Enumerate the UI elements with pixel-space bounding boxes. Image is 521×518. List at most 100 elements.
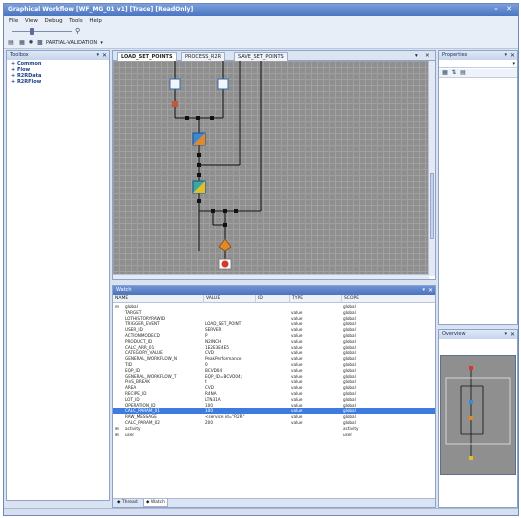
- properties-header: Properties ▾ ✕: [439, 51, 517, 60]
- activity-node[interactable]: [169, 78, 181, 90]
- designer-horizontal-scrollbar[interactable]: [113, 274, 429, 279]
- overview-title: Overview: [442, 331, 466, 337]
- pin-icon[interactable]: ▾: [422, 286, 425, 295]
- overview-panel: Overview ▾ ✕: [438, 329, 518, 508]
- menu-view[interactable]: View: [25, 16, 38, 26]
- title-bar: Graphical Workflow [WF_MG_01 v1] [Trace]…: [4, 4, 518, 16]
- overview-canvas[interactable]: [440, 355, 516, 475]
- grid-icon[interactable]: ▩: [36, 39, 44, 47]
- pin-icon[interactable]: ▾: [96, 51, 99, 60]
- zoom-slider-track[interactable]: [12, 31, 72, 32]
- tab-watch[interactable]: ◆ Watch: [143, 499, 168, 507]
- watch-column-headers: NAME VALUE ID TYPE SCOPE: [113, 295, 435, 303]
- junction-node: [197, 153, 201, 157]
- overview-diagram: [445, 366, 511, 460]
- watch-header: Watch ▾ ✕: [113, 286, 435, 295]
- zoom-icon[interactable]: ⚲: [75, 27, 80, 35]
- column-header-value[interactable]: VALUE: [203, 295, 255, 303]
- overview-node: [469, 456, 473, 460]
- chevron-down-icon: ▾: [512, 61, 515, 67]
- column-header-scope[interactable]: SCOPE: [341, 295, 383, 303]
- junction-node: [223, 209, 227, 213]
- junction-node: [234, 209, 238, 213]
- tab-thread[interactable]: ◆ Thread: [115, 499, 140, 507]
- menu-bar: File View Debug Tools Help: [4, 16, 518, 26]
- app-window: Graphical Workflow [WF_MG_01 v1] [Trace]…: [3, 3, 519, 516]
- tree-icon[interactable]: ▦: [18, 39, 26, 47]
- main-toolbar: ▤ ▦ ✹ ▩ PARTIAL-VALIDATION ▾: [4, 37, 518, 49]
- menu-debug[interactable]: Debug: [44, 16, 62, 26]
- junction-node: [211, 209, 215, 213]
- pin-icon[interactable]: ▾: [504, 330, 507, 339]
- properties-close-button[interactable]: ✕: [510, 51, 515, 60]
- validation-mode-select[interactable]: PARTIAL-VALIDATION ▾: [46, 39, 103, 47]
- workflow-diagram: [169, 61, 262, 270]
- table-row[interactable]: ⊞ user user: [113, 432, 435, 438]
- save-node[interactable]: [218, 238, 232, 252]
- window-title: Graphical Workflow [WF_MG_01 v1] [Trace]…: [8, 6, 194, 13]
- column-header-name[interactable]: NAME: [113, 295, 203, 303]
- column-header-id[interactable]: ID: [255, 295, 289, 303]
- designer-tabstrip: LOAD_SET_POINTS PROCESS_R2R SAVE_SET_POI…: [113, 51, 435, 61]
- settings-icon[interactable]: ✹: [27, 39, 35, 47]
- alphabetical-icon[interactable]: ⇅: [450, 69, 458, 77]
- watch-bottom-tabs: ◆ Thread ◆ Watch: [113, 498, 435, 507]
- tab-close-button[interactable]: ✕: [425, 51, 430, 61]
- junction-node: [185, 116, 189, 120]
- toolbox-close-button[interactable]: ✕: [102, 51, 107, 60]
- activity-node-small[interactable]: [172, 101, 178, 107]
- chevron-down-icon: ▾: [98, 40, 103, 46]
- properties-object-select[interactable]: ▾: [439, 60, 517, 68]
- stop-icon: [221, 260, 229, 268]
- workflow-canvas[interactable]: [113, 61, 429, 276]
- overview-node: [469, 366, 473, 370]
- toolbox-item-r2rflow[interactable]: + R2RFlow: [11, 79, 41, 85]
- toolbox-header: Toolbox ▾ ✕: [7, 51, 109, 60]
- menu-file[interactable]: File: [9, 16, 18, 26]
- activity-node[interactable]: [217, 78, 229, 90]
- watch-rows: ⊟ global global TARGET value global LOTHISTORY…: [113, 304, 435, 494]
- tab-label: Watch: [150, 500, 165, 505]
- close-button[interactable]: ✕: [504, 5, 514, 14]
- toolbox-item-label: R2RFlow: [16, 79, 42, 85]
- toolbox-title: Toolbox: [10, 52, 29, 58]
- categorized-icon[interactable]: ▦: [441, 69, 449, 77]
- cell-name: user: [125, 431, 135, 437]
- row-expander[interactable]: ⊞: [115, 432, 123, 438]
- designer-vertical-scrollbar[interactable]: [428, 61, 435, 276]
- overview-node: [469, 416, 473, 420]
- tab-process-r2r[interactable]: PROCESS_R2R: [181, 52, 226, 61]
- tab-save-set-points[interactable]: SAVE_SET_POINTS: [234, 52, 288, 61]
- properties-toolbar: ▦ ⇅ ▤: [439, 69, 517, 78]
- overview-header: Overview ▾ ✕: [439, 330, 517, 339]
- junction-node: [197, 199, 201, 203]
- watch-close-button[interactable]: ✕: [428, 286, 433, 295]
- junction-node: [210, 116, 214, 120]
- zoom-slider-thumb[interactable]: [30, 28, 34, 35]
- designer-scroll-thumb[interactable]: [430, 173, 434, 239]
- overview-node: [469, 400, 473, 404]
- junction-node: [197, 163, 201, 167]
- save-icon[interactable]: ▤: [7, 39, 15, 47]
- toolbox-panel: Toolbox ▾ ✕ + Common + Flow + R2RData + …: [6, 50, 110, 501]
- menu-help[interactable]: Help: [89, 16, 102, 26]
- overview-close-button[interactable]: ✕: [510, 330, 515, 339]
- junction-node: [197, 173, 201, 177]
- menu-tools[interactable]: Tools: [69, 16, 83, 26]
- property-pages-icon[interactable]: ▤: [459, 69, 467, 77]
- properties-panel: Properties ▾ ✕ ▾ ▦ ⇅ ▤: [438, 50, 518, 325]
- zoom-toolbar: ⚲: [4, 26, 518, 37]
- minimize-button[interactable]: –: [491, 5, 501, 14]
- workflow-designer: LOAD_SET_POINTS PROCESS_R2R SAVE_SET_POI…: [112, 50, 436, 280]
- watch-title: Watch: [116, 287, 132, 293]
- validation-mode-label: PARTIAL-VALIDATION: [46, 40, 98, 46]
- properties-title: Properties: [442, 52, 468, 58]
- column-header-type[interactable]: TYPE: [289, 295, 341, 303]
- watch-panel: Watch ▾ ✕ NAME VALUE ID TYPE SCOPE ⊟ glob…: [112, 285, 436, 508]
- junction-node: [223, 223, 227, 227]
- cell-scope: user: [343, 431, 353, 437]
- tab-menu-icon[interactable]: ▾: [415, 51, 418, 61]
- tab-label: Thread: [121, 500, 138, 505]
- tab-load-set-points[interactable]: LOAD_SET_POINTS: [117, 52, 177, 61]
- pin-icon[interactable]: ▾: [504, 51, 507, 60]
